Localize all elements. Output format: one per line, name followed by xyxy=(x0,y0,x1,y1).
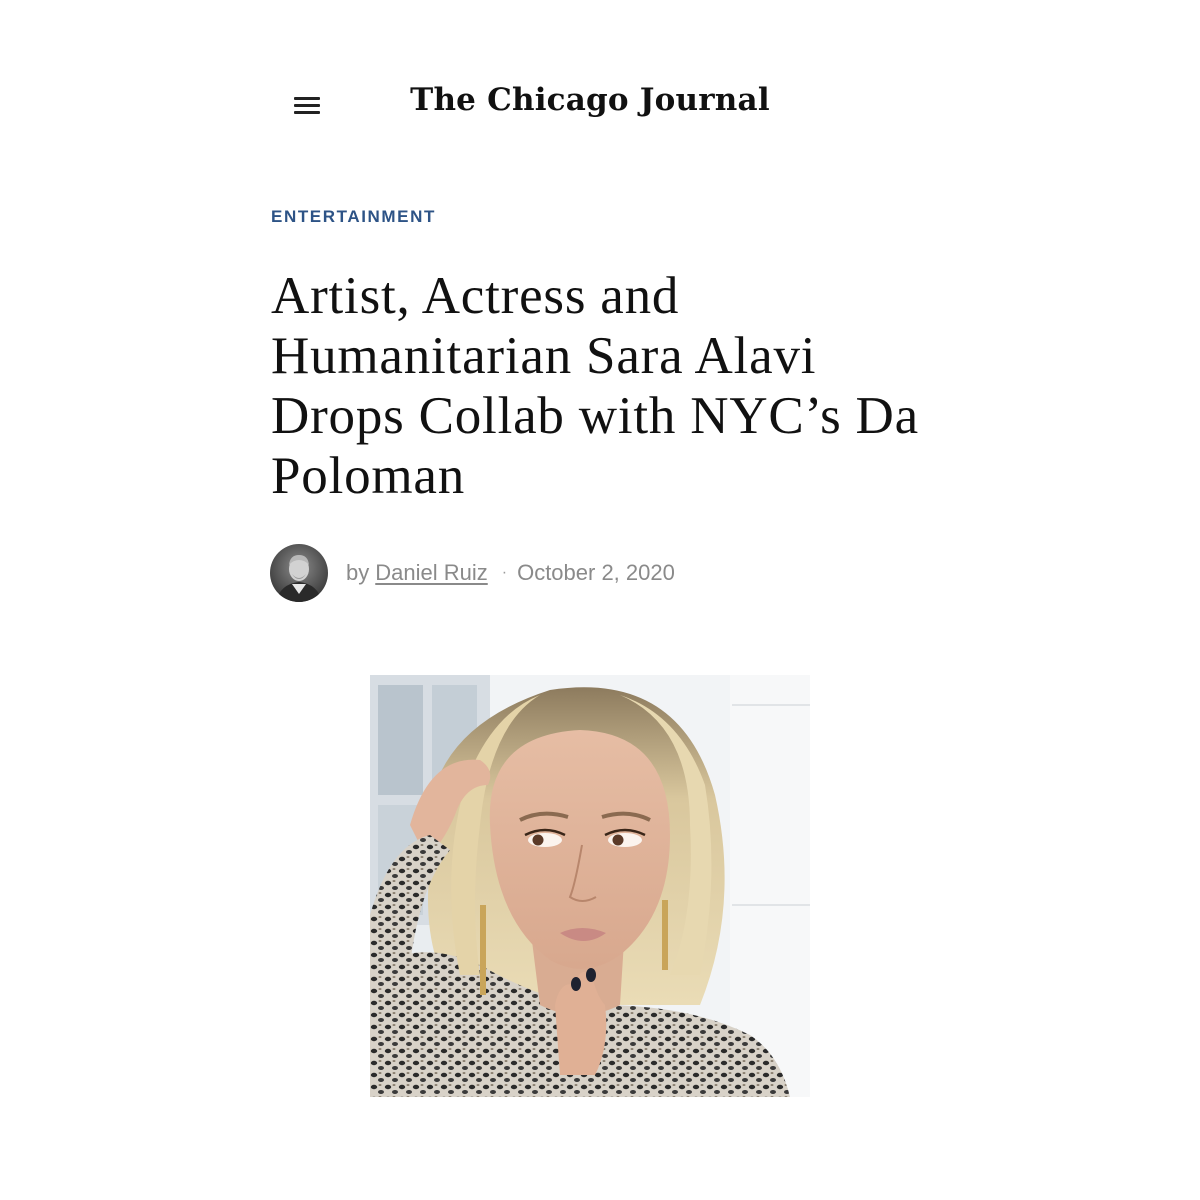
site-title-logo[interactable]: The Chicago Journal xyxy=(330,82,850,118)
article-headline: Artist, Actress and Humanitarian Sara Al… xyxy=(271,267,919,505)
author-link[interactable]: Daniel Ruiz xyxy=(375,560,488,586)
category-link[interactable]: ENTERTAINMENT xyxy=(271,207,436,227)
publish-date: October 2, 2020 xyxy=(517,560,675,585)
hamburger-menu-icon[interactable] xyxy=(290,92,324,118)
author-avatar[interactable] xyxy=(270,544,328,602)
article-byline: by Daniel Ruiz · October 2, 2020 xyxy=(270,543,675,603)
byline-separator: · xyxy=(501,564,508,581)
byline-by-label: by xyxy=(346,560,370,585)
article-hero-image xyxy=(370,675,810,1097)
